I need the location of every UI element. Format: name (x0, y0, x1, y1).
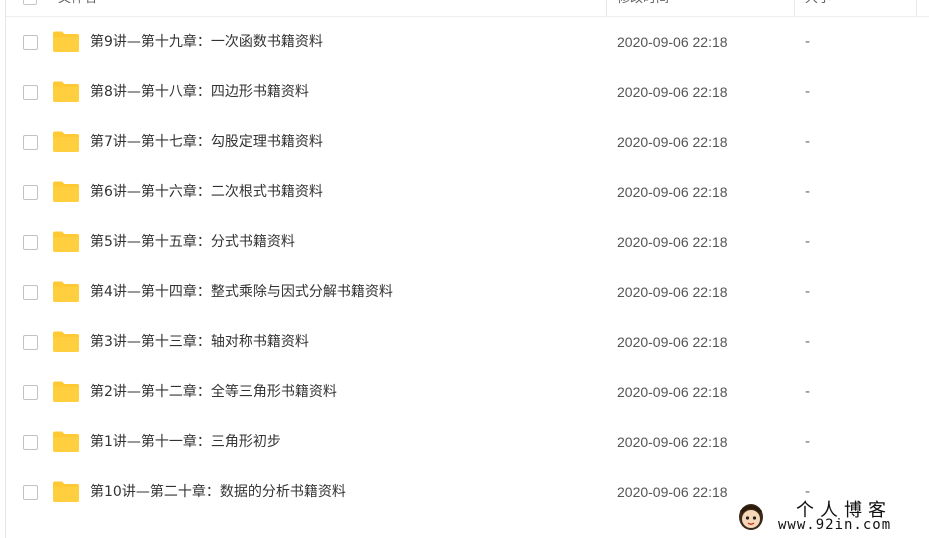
file-size: - (805, 234, 811, 250)
modified-time: 2020-09-06 22:18 (617, 134, 728, 150)
row-checkbox[interactable] (23, 335, 38, 350)
file-list-page: 文件名 修改时间 大小 第9讲—第十九章：一次函数书籍资料 2020-09-06… (0, 0, 929, 538)
folder-icon (53, 181, 79, 202)
row-checkbox[interactable] (23, 385, 38, 400)
file-name-link[interactable]: 第10讲—第二十章：数据的分析书籍资料 (90, 482, 346, 502)
modified-time: 2020-09-06 22:18 (617, 334, 728, 350)
select-all-checkbox[interactable] (23, 0, 37, 5)
row-checkbox[interactable] (23, 235, 38, 250)
modified-time: 2020-09-06 22:18 (617, 234, 728, 250)
file-size: - (805, 134, 811, 150)
folder-icon (53, 231, 79, 252)
column-divider[interactable] (606, 0, 607, 16)
row-checkbox[interactable] (23, 485, 38, 500)
file-row[interactable]: 第9讲—第十九章：一次函数书籍资料 2020-09-06 22:18 - (6, 17, 929, 67)
folder-icon (53, 431, 79, 452)
column-divider[interactable] (916, 0, 917, 16)
modified-time: 2020-09-06 22:18 (617, 384, 728, 400)
row-checkbox[interactable] (23, 435, 38, 450)
file-size: - (805, 184, 811, 200)
file-list: 第9讲—第十九章：一次函数书籍资料 2020-09-06 22:18 - 第8讲… (6, 17, 929, 517)
folder-icon (53, 31, 79, 52)
column-header-name[interactable]: 文件名 (58, 0, 97, 16)
modified-time: 2020-09-06 22:18 (617, 184, 728, 200)
column-divider[interactable] (794, 0, 795, 16)
modified-time: 2020-09-06 22:18 (617, 84, 728, 100)
file-row[interactable]: 第1讲—第十一章：三角形初步 2020-09-06 22:18 - (6, 417, 929, 467)
file-size: - (805, 384, 811, 400)
row-checkbox[interactable] (23, 285, 38, 300)
file-name-link[interactable]: 第5讲—第十五章：分式书籍资料 (90, 232, 295, 252)
modified-time: 2020-09-06 22:18 (617, 284, 728, 300)
file-size: - (805, 284, 811, 300)
file-name-link[interactable]: 第1讲—第十一章：三角形初步 (90, 432, 281, 452)
cartoon-face-icon (739, 504, 763, 530)
column-header-size[interactable]: 大小 (805, 0, 831, 16)
row-checkbox[interactable] (23, 35, 38, 50)
row-checkbox[interactable] (23, 185, 38, 200)
file-size: - (805, 434, 811, 450)
modified-time: 2020-09-06 22:18 (617, 484, 728, 500)
file-name-link[interactable]: 第4讲—第十四章：整式乘除与因式分解书籍资料 (90, 282, 393, 302)
file-name-link[interactable]: 第3讲—第十三章：轴对称书籍资料 (90, 332, 309, 352)
folder-icon (53, 81, 79, 102)
column-header-mtime[interactable]: 修改时间 (617, 0, 669, 16)
row-checkbox[interactable] (23, 135, 38, 150)
file-size: - (805, 84, 811, 100)
watermark-url: www.92in.com (778, 517, 892, 533)
file-row[interactable]: 第4讲—第十四章：整式乘除与因式分解书籍资料 2020-09-06 22:18 … (6, 267, 929, 317)
folder-icon (53, 331, 79, 352)
blog-watermark: 个人博客 www.92in.com (734, 496, 924, 536)
file-name-link[interactable]: 第6讲—第十六章：二次根式书籍资料 (90, 182, 323, 202)
file-name-link[interactable]: 第7讲—第十七章：勾股定理书籍资料 (90, 132, 323, 152)
modified-time: 2020-09-06 22:18 (617, 34, 728, 50)
file-name-link[interactable]: 第9讲—第十九章：一次函数书籍资料 (90, 32, 323, 52)
file-name-link[interactable]: 第2讲—第十二章：全等三角形书籍资料 (90, 382, 337, 402)
modified-time: 2020-09-06 22:18 (617, 434, 728, 450)
file-row[interactable]: 第3讲—第十三章：轴对称书籍资料 2020-09-06 22:18 - (6, 317, 929, 367)
file-row[interactable]: 第5讲—第十五章：分式书籍资料 2020-09-06 22:18 - (6, 217, 929, 267)
folder-icon (53, 131, 79, 152)
row-checkbox[interactable] (23, 85, 38, 100)
sort-arrow-icon[interactable] (590, 0, 600, 2)
file-row[interactable]: 第7讲—第十七章：勾股定理书籍资料 2020-09-06 22:18 - (6, 117, 929, 167)
file-row[interactable]: 第6讲—第十六章：二次根式书籍资料 2020-09-06 22:18 - (6, 167, 929, 217)
folder-icon (53, 281, 79, 302)
file-list-header: 文件名 修改时间 大小 (6, 0, 929, 17)
folder-icon (53, 481, 79, 502)
file-row[interactable]: 第2讲—第十二章：全等三角形书籍资料 2020-09-06 22:18 - (6, 367, 929, 417)
file-size: - (805, 334, 811, 350)
file-row[interactable]: 第8讲—第十八章：四边形书籍资料 2020-09-06 22:18 - (6, 67, 929, 117)
folder-icon (53, 381, 79, 402)
file-size: - (805, 34, 811, 50)
file-name-link[interactable]: 第8讲—第十八章：四边形书籍资料 (90, 82, 309, 102)
